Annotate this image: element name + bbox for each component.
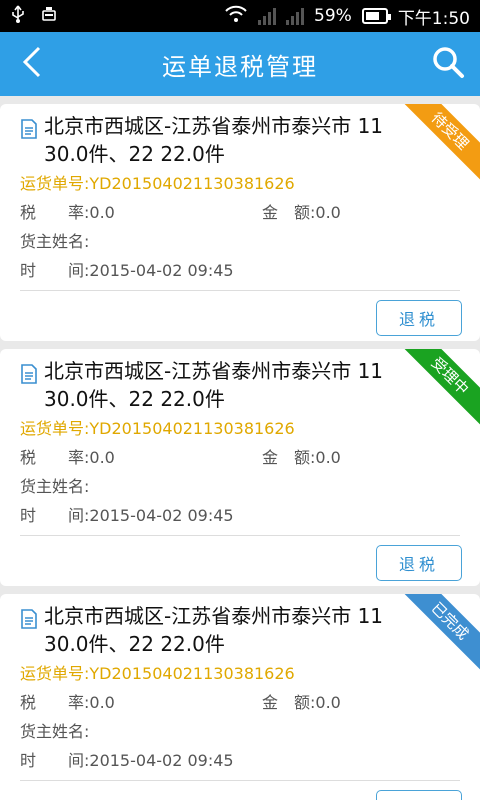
status-right-icons: 59% 下午1:50 — [224, 4, 470, 29]
back-button[interactable] — [10, 42, 54, 86]
route-text: 北京市西城区-江苏省泰州市泰兴市 11 30.0件、22 22.0件 — [44, 359, 384, 411]
card-divider — [20, 290, 460, 291]
order-list[interactable]: 待受理 北京市西城区-江苏省泰州市泰兴市 11 30.0件、22 22.0件 运… — [0, 96, 480, 800]
order-time: 时 间:2015-04-02 09:45 — [20, 261, 234, 280]
amount: 金 额:0.0 — [262, 203, 341, 222]
order-number: 运货单号:YD20150402113038162​6 — [20, 174, 295, 193]
document-icon — [20, 363, 38, 413]
tax-rate: 税 率:0.0 — [20, 203, 115, 222]
amount: 金 额:0.0 — [262, 448, 341, 467]
owner-name: 货主姓名: — [20, 232, 90, 251]
owner-name: 货主姓名: — [20, 722, 90, 741]
order-route: 北京市西城区-江苏省泰州市泰兴市 11 30.0件、22 22.0件 — [20, 112, 416, 168]
order-route: 北京市西城区-江苏省泰州市泰兴市 11 30.0件、22 22.0件 — [20, 357, 416, 413]
refund-button[interactable]: 退税 — [376, 790, 462, 800]
order-card-3[interactable]: 已完成 北京市西城区-江苏省泰州市泰兴市 11 30.0件、22 22.0件 运… — [0, 594, 480, 800]
card-divider — [20, 535, 460, 536]
status-left-icons — [10, 5, 58, 28]
order-card-2[interactable]: 受理中 北京市西城区-江苏省泰州市泰兴市 11 30.0件、22 22.0件 运… — [0, 349, 480, 586]
clock: 下午1:50 — [397, 8, 470, 29]
owner-name: 货主姓名: — [20, 477, 90, 496]
tax-rate: 税 率:0.0 — [20, 448, 115, 467]
signal-icon-1 — [258, 7, 277, 25]
status-bar: 59% 下午1:50 — [0, 0, 480, 32]
document-icon — [20, 118, 38, 168]
usb-icon — [10, 5, 26, 28]
order-time: 时 间:2015-04-02 09:45 — [20, 751, 234, 770]
card-divider — [20, 780, 460, 781]
order-time: 时 间:2015-04-02 09:45 — [20, 506, 234, 525]
route-text: 北京市西城区-江苏省泰州市泰兴市 11 30.0件、22 22.0件 — [44, 114, 384, 166]
android-icon — [40, 5, 58, 28]
search-icon — [431, 45, 465, 83]
refund-button[interactable]: 退税 — [376, 300, 462, 336]
battery-percent: 59% — [314, 6, 352, 26]
back-arrow-icon — [21, 46, 43, 82]
document-icon — [20, 608, 38, 658]
route-text: 北京市西城区-江苏省泰州市泰兴市 11 30.0件、22 22.0件 — [44, 604, 384, 656]
search-button[interactable] — [426, 42, 470, 86]
page-title: 运单退税管理 — [162, 52, 318, 81]
wifi-icon — [224, 5, 248, 28]
signal-icon-2 — [286, 7, 305, 25]
tax-rate: 税 率:0.0 — [20, 693, 115, 712]
order-route: 北京市西城区-江苏省泰州市泰兴市 11 30.0件、22 22.0件 — [20, 602, 416, 658]
header-bar: 运单退税管理 — [0, 32, 480, 96]
order-card-1[interactable]: 待受理 北京市西城区-江苏省泰州市泰兴市 11 30.0件、22 22.0件 运… — [0, 104, 480, 341]
battery-icon — [361, 8, 391, 24]
order-number: 运货单号:YD201504021130381626 — [20, 664, 295, 683]
refund-button[interactable]: 退税 — [376, 545, 462, 581]
order-number: 运货单号:YD201504021130381626 — [20, 419, 295, 438]
amount: 金 额:0.0 — [262, 693, 341, 712]
